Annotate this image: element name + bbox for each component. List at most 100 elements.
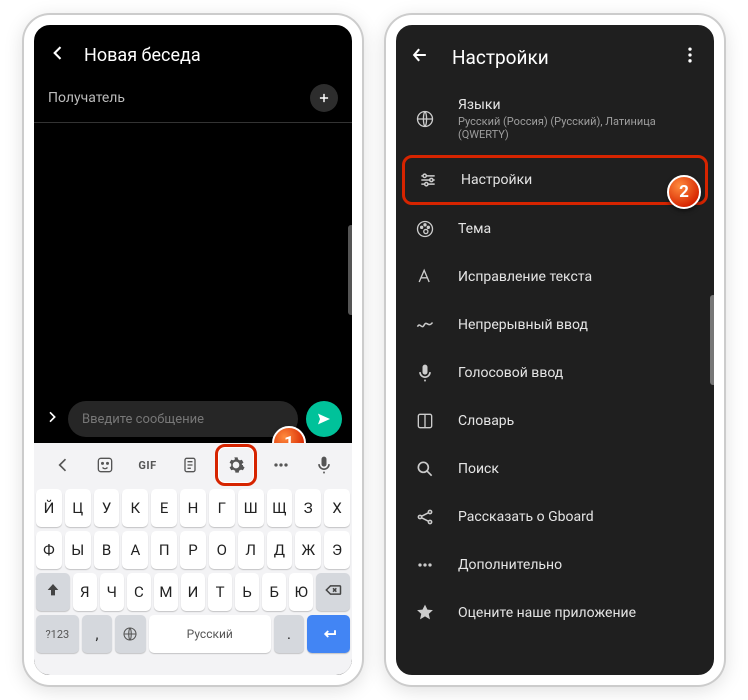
settings-item-icon <box>414 363 436 383</box>
sticker-icon[interactable] <box>87 447 123 483</box>
settings-item-3[interactable]: Исправление текста <box>396 253 714 301</box>
key-Ш[interactable]: Ш <box>238 489 264 527</box>
settings-item-10[interactable]: Оцените наше приложение <box>396 589 714 637</box>
key-Щ[interactable]: Щ <box>267 489 293 527</box>
scroll-indicator <box>710 295 716 385</box>
settings-item-5[interactable]: Голосовой ввод <box>396 349 714 397</box>
key-Д[interactable]: Д <box>267 531 293 569</box>
settings-item-8[interactable]: Рассказать о Gboard <box>396 493 714 541</box>
settings-item-icon <box>414 219 436 239</box>
key-Э[interactable]: Э <box>324 531 350 569</box>
key-Я[interactable]: Я <box>73 573 97 611</box>
settings-item-4[interactable]: Непрерывный ввод <box>396 301 714 349</box>
settings-item-9[interactable]: Дополнительно <box>396 541 714 589</box>
key-Р[interactable]: Р <box>180 531 206 569</box>
backspace-key[interactable] <box>316 573 350 611</box>
enter-key[interactable] <box>307 615 350 653</box>
phone-left: Новая беседа Получатель Введите сообщени… <box>24 15 362 685</box>
space-key[interactable]: Русский <box>149 615 271 653</box>
settings-item-icon <box>414 459 436 479</box>
settings-item-label: Непрерывный ввод <box>458 317 696 333</box>
key-У[interactable]: У <box>94 489 120 527</box>
settings-item-icon <box>414 507 436 527</box>
key-Ц[interactable]: Ц <box>65 489 91 527</box>
recipient-label[interactable]: Получатель <box>48 90 310 106</box>
settings-gear-button[interactable] <box>215 444 257 486</box>
shift-key[interactable] <box>36 573 70 611</box>
kbd-row-1: ЙЦУКЕНГШЩЗХ <box>36 489 350 527</box>
settings-item-label: Настройки <box>461 172 693 188</box>
key-Х[interactable]: Х <box>324 489 350 527</box>
dot-key[interactable]: . <box>274 615 305 653</box>
send-button[interactable] <box>306 401 342 437</box>
key-З[interactable]: З <box>295 489 321 527</box>
message-placeholder: Введите сообщение <box>82 412 204 427</box>
key-Л[interactable]: Л <box>238 531 264 569</box>
header-title: Новая беседа <box>84 45 201 66</box>
key-Т[interactable]: Т <box>208 573 232 611</box>
key-С[interactable]: С <box>127 573 151 611</box>
settings-item-0[interactable]: Языки Русский (Россия) (Русский), Латиниц… <box>396 83 714 155</box>
back-icon[interactable] <box>48 43 68 68</box>
kbd-row-2: ФЫВАПРОЛДЖЭ <box>36 531 350 569</box>
settings-item-1[interactable]: Настройки <box>402 155 708 205</box>
scroll-indicator <box>348 225 354 315</box>
settings-item-label: Языки <box>458 97 696 113</box>
numbers-key[interactable]: ?123 <box>36 615 79 653</box>
settings-item-label: Словарь <box>458 413 696 429</box>
annotation-badge-2: 2 <box>667 175 701 209</box>
key-Ы[interactable]: Ы <box>65 531 91 569</box>
globe-key[interactable] <box>115 615 146 653</box>
key-Е[interactable]: Е <box>151 489 177 527</box>
settings-item-label: Рассказать о Gboard <box>458 509 696 525</box>
settings-item-icon <box>414 267 436 287</box>
keyboard-rows: ЙЦУКЕНГШЩЗХ ФЫВАПРОЛДЖЭ ЯЧСМИТЬБЮ ?123 ,… <box>34 487 352 675</box>
message-input[interactable]: Введите сообщение <box>68 401 298 437</box>
kbd-row-3: ЯЧСМИТЬБЮ <box>36 573 350 611</box>
settings-item-icon <box>414 411 436 431</box>
expand-icon[interactable] <box>44 409 60 429</box>
clipboard-icon[interactable] <box>172 447 208 483</box>
settings-item-label: Голосовой ввод <box>458 365 696 381</box>
settings-item-6[interactable]: Словарь <box>396 397 714 445</box>
chevron-left-icon[interactable] <box>45 447 81 483</box>
settings-item-icon <box>417 170 439 190</box>
kbd-row-4: ?123 , Русский . <box>36 615 350 653</box>
more-vert-icon[interactable] <box>680 45 700 69</box>
keyboard: GIF ЙЦУКЕНГШЩЗХ ФЫВАПРОЛДЖЭ ЯЧСМИТЬБЮ ?1… <box>34 443 352 675</box>
key-Й[interactable]: Й <box>36 489 62 527</box>
key-Ч[interactable]: Ч <box>100 573 124 611</box>
add-recipient-button[interactable] <box>310 84 338 112</box>
key-М[interactable]: М <box>154 573 178 611</box>
settings-list: Языки Русский (Россия) (Русский), Латиниц… <box>396 83 714 637</box>
settings-item-2[interactable]: Тема <box>396 205 714 253</box>
settings-item-icon <box>414 603 436 623</box>
key-О[interactable]: О <box>209 531 235 569</box>
key-А[interactable]: А <box>122 531 148 569</box>
key-Б[interactable]: Б <box>262 573 286 611</box>
key-В[interactable]: В <box>94 531 120 569</box>
mic-icon[interactable] <box>306 447 342 483</box>
comma-key[interactable]: , <box>82 615 113 653</box>
key-Ф[interactable]: Ф <box>36 531 62 569</box>
settings-title: Настройки <box>452 46 658 69</box>
settings-item-icon <box>414 555 436 575</box>
key-Г[interactable]: Г <box>209 489 235 527</box>
settings-item-label: Дополнительно <box>458 557 696 573</box>
key-К[interactable]: К <box>122 489 148 527</box>
settings-item-icon <box>414 109 436 129</box>
chat-header: Новая беседа <box>34 25 352 78</box>
key-Ю[interactable]: Ю <box>289 573 313 611</box>
settings-item-label: Тема <box>458 221 696 237</box>
key-Н[interactable]: Н <box>180 489 206 527</box>
key-Ж[interactable]: Ж <box>295 531 321 569</box>
recipient-row: Получатель <box>34 78 352 123</box>
key-И[interactable]: И <box>181 573 205 611</box>
key-Ь[interactable]: Ь <box>235 573 259 611</box>
settings-item-sub: Русский (Россия) (Русский), Латиница (QW… <box>458 115 696 141</box>
gif-button[interactable]: GIF <box>130 447 166 483</box>
more-icon[interactable] <box>263 447 299 483</box>
back-icon[interactable] <box>410 45 430 69</box>
key-П[interactable]: П <box>151 531 177 569</box>
settings-item-7[interactable]: Поиск <box>396 445 714 493</box>
